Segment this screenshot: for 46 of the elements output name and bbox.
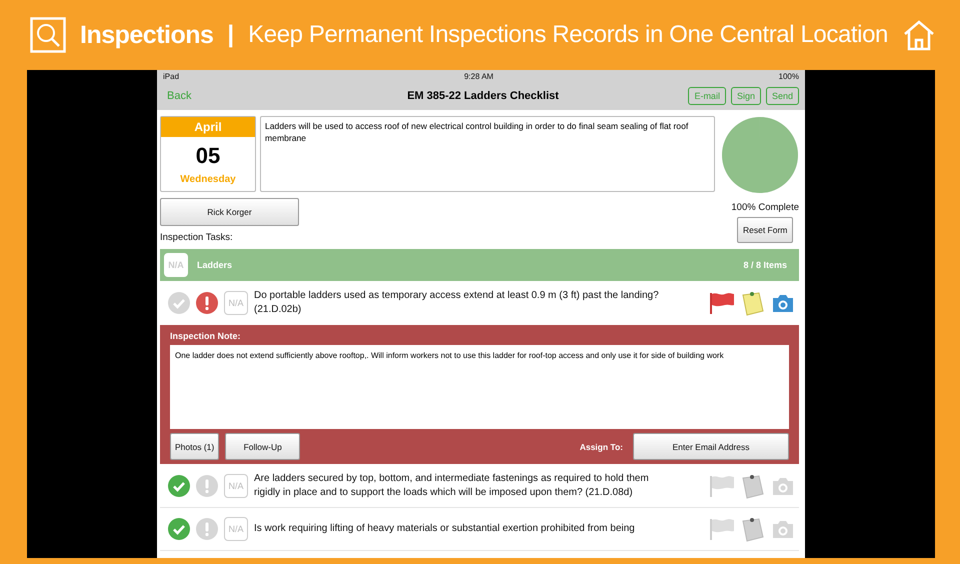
section-title: Ladders	[197, 260, 234, 270]
nav-button[interactable]: E-mail	[688, 87, 726, 105]
checkmark-icon[interactable]	[168, 474, 190, 496]
flag-icon[interactable]	[709, 292, 735, 314]
magnifier-icon	[30, 17, 66, 53]
exclamation-icon[interactable]	[196, 292, 218, 314]
month-label: April	[161, 117, 255, 137]
item-count: 8 / 8 Items	[743, 260, 787, 270]
task-question: Is work requiring lifting of heavy materials or substantial exertion prohibited from being	[254, 522, 636, 536]
completion-label: 100% Complete	[731, 202, 799, 213]
screen-title: EM 385-22 Ladders Checklist	[406, 90, 560, 102]
nav-button[interactable]: Send	[766, 87, 799, 105]
battery-level: 100%	[778, 72, 799, 80]
banner-subtitle: Keep Permanent Inspections Records in One Central Location	[248, 21, 888, 49]
day-number: 05	[196, 143, 220, 169]
section-label: Inspection Tasks:	[160, 232, 234, 243]
na-icon[interactable]: N/A	[224, 290, 248, 314]
nav-button[interactable]: Sign	[730, 87, 761, 105]
sticky-note-icon[interactable]	[741, 290, 765, 316]
sticky-note-icon[interactable]	[741, 472, 765, 498]
camera-icon[interactable]	[771, 476, 795, 496]
email-field[interactable]: Enter Email Address	[633, 433, 789, 460]
note-field[interactable]: One ladder does not extend sufficiently above rooftop,. Will inform workers not to use this ladder for roof-top access and only use it for side of building work	[170, 345, 789, 429]
banner-title: Inspections	[80, 20, 214, 50]
camera-icon[interactable]	[771, 292, 795, 312]
checkmark-icon[interactable]	[168, 292, 190, 314]
device-label: iPad	[163, 72, 180, 80]
note-label: Inspection Note:	[170, 331, 242, 341]
weekday-label: Wednesday	[180, 174, 236, 185]
task-question: Are ladders secured by top, bottom, and intermediate fastenings as required to hold them rigidly in place and to support the loads which will be imposed upon them? (21.D.08d)	[254, 472, 650, 499]
reset-button[interactable]: Reset Form	[736, 217, 794, 243]
status-time: 9:28 AM	[464, 72, 494, 80]
photos-button[interactable]: Photos (1)	[170, 433, 220, 460]
na-icon[interactable]: N/A	[224, 517, 248, 541]
home-icon[interactable]	[902, 19, 936, 51]
inspector-button[interactable]: Rick Korger	[160, 198, 299, 226]
sticky-note-icon[interactable]	[741, 516, 765, 542]
task-question: Do portable ladders used as temporary access extend at least 0.9 m (3 ft) past the landing? (21.D.02b)	[254, 289, 660, 316]
checkmark-icon[interactable]	[168, 518, 190, 540]
title-separator: |	[227, 21, 234, 49]
back-link[interactable]: Back	[167, 90, 307, 102]
follow-up-button[interactable]: Follow-Up	[225, 433, 300, 460]
assign-label: Assign To:	[580, 442, 623, 452]
description-field[interactable]: Ladders will be used to access roof of new electrical control building in order to do final seam sealing of flat roof membrane	[260, 116, 715, 192]
na-icon[interactable]: N/A	[224, 474, 248, 498]
camera-icon[interactable]	[771, 519, 795, 539]
